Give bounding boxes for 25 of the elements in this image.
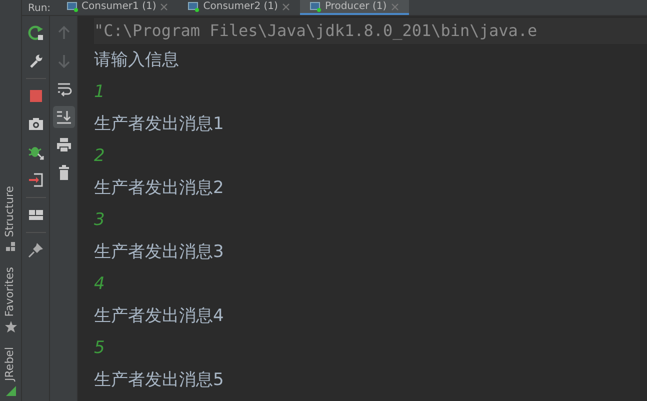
user-input-text: 5: [94, 337, 105, 360]
user-input-text: 2: [94, 145, 105, 168]
console-output: 生产者发出消息5: [94, 369, 224, 392]
scroll-to-end-icon[interactable]: [52, 106, 74, 128]
triangle-icon: [4, 385, 16, 397]
user-input-text: 3: [94, 209, 105, 232]
side-tab[interactable]: JRebel: [2, 347, 19, 381]
user-input-text: 4: [94, 273, 105, 296]
console-output: 请输入信息: [94, 49, 179, 72]
console-output: 生产者发出消息3: [94, 241, 224, 264]
run-tab[interactable]: Consumer2 (1): [178, 0, 300, 15]
run-tab[interactable]: Producer (1): [300, 0, 409, 15]
console-output: 生产者发出消息2: [94, 177, 224, 200]
run-config-icon: [188, 2, 200, 12]
side-tab[interactable]: Favorites: [2, 267, 19, 318]
run-tab[interactable]: Consumer1 (1): [56, 0, 178, 15]
console-output: 生产者发出消息1: [94, 113, 224, 136]
console-output: 生产者发出消息4: [94, 305, 224, 328]
run-config-icon: [66, 2, 78, 12]
run-label: Run:: [27, 2, 52, 15]
structure-icon: [4, 241, 16, 254]
star-icon: [4, 321, 16, 334]
user-input-text: 1: [94, 81, 105, 104]
run-config-icon: [310, 2, 321, 12]
side-tab[interactable]: Structure: [2, 186, 19, 238]
